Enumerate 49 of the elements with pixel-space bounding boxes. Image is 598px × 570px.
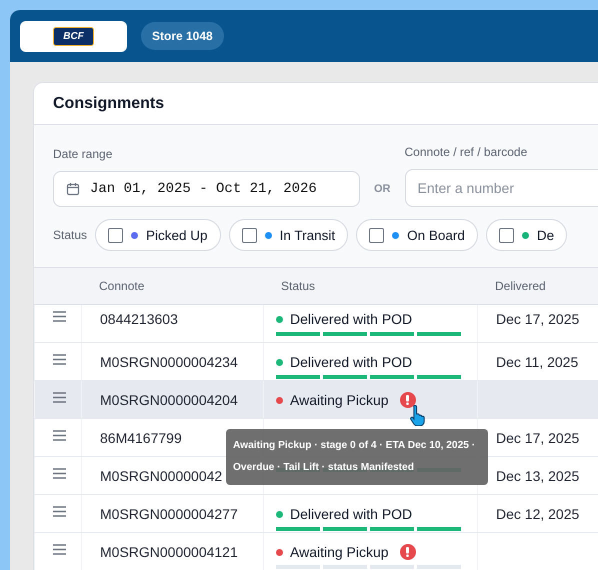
delivered-date: Dec 17, 2025 xyxy=(496,311,580,327)
drag-handle-icon[interactable] xyxy=(53,354,66,365)
hand-pointer-icon xyxy=(409,404,427,426)
drag-handle-icon[interactable] xyxy=(53,468,66,479)
status-filter-chip[interactable]: In Transit xyxy=(228,219,348,251)
drag-handle-icon[interactable] xyxy=(53,430,66,441)
checkbox[interactable] xyxy=(242,228,257,242)
status-text: Delivered with POD xyxy=(290,311,412,327)
column-header[interactable]: Delivered xyxy=(477,279,597,293)
status-text: Awaiting Pickup xyxy=(290,544,389,560)
checkbox[interactable] xyxy=(498,228,514,242)
delivered-date: Dec 17, 2025 xyxy=(496,430,580,446)
connote-text: M0SRGN0000004204 xyxy=(100,392,238,408)
connote-text: 86M4167799 xyxy=(100,430,182,446)
calendar-icon xyxy=(66,182,80,196)
checkbox[interactable] xyxy=(369,228,384,242)
connote-text: M0SRGN0000004234 xyxy=(100,354,238,370)
brand-logo: BCF xyxy=(53,26,94,46)
drag-handle-icon[interactable] xyxy=(53,392,66,403)
connote-text: M0SRGN0000004121 xyxy=(100,544,238,560)
status-text: Awaiting Pickup xyxy=(290,392,389,408)
date-range-field[interactable]: Jan 01, 2025 - Oct 21, 2026 xyxy=(53,171,360,207)
status-filter-chip[interactable]: On Board xyxy=(356,219,478,251)
status-label: Status xyxy=(53,228,88,242)
status-filter-chip[interactable]: De xyxy=(486,219,568,251)
column-header[interactable]: Status xyxy=(263,279,477,293)
field-label: Date range xyxy=(53,147,114,161)
status-text: Delivered with POD xyxy=(290,354,412,370)
field-label: Connote / ref / barcode xyxy=(404,145,528,159)
checkbox[interactable] xyxy=(108,228,124,242)
column-header[interactable]: Connote xyxy=(81,279,263,293)
search-field[interactable]: Enter a number xyxy=(404,169,598,207)
drag-handle-icon[interactable] xyxy=(53,506,66,517)
alert-icon[interactable] xyxy=(400,544,416,560)
or-separator: OR xyxy=(374,183,390,197)
delivered-date: Dec 13, 2025 xyxy=(496,468,580,484)
logo-card[interactable]: BCF xyxy=(20,20,127,52)
connote-text: 0844213603 xyxy=(100,311,178,327)
connote-text: M0SRGN00000042 xyxy=(100,468,222,484)
delivered-date: Dec 12, 2025 xyxy=(496,506,580,522)
delivered-date: Dec 11, 2025 xyxy=(496,354,578,370)
status-filter-chip[interactable]: Picked Up xyxy=(95,219,221,251)
drag-handle-icon[interactable] xyxy=(53,544,66,555)
tooltip: Awaiting Pickup · stage 0 of 4 · ETA Dec 10, 2025 · Overdue · Tail Lift · status Manifested xyxy=(226,429,488,485)
drag-handle-icon[interactable] xyxy=(53,311,66,322)
connote-text: M0SRGN0000004277 xyxy=(100,506,238,522)
status-text: Delivered with POD xyxy=(290,506,412,522)
store-badge[interactable]: Store 1048 xyxy=(141,22,224,50)
alert-icon[interactable] xyxy=(400,392,416,408)
